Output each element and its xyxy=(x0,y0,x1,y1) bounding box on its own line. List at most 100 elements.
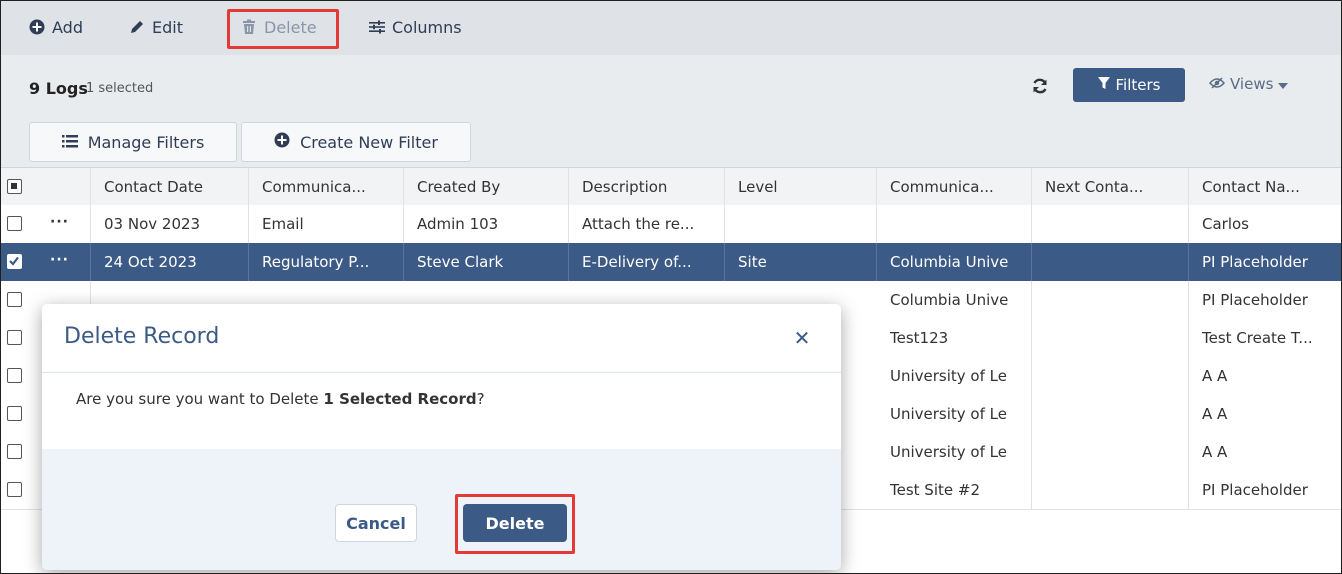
table-cell: 03 Nov 2023 xyxy=(91,205,249,243)
list-icon xyxy=(61,133,78,152)
table-cell xyxy=(1032,243,1189,281)
plus-circle-icon xyxy=(29,19,45,35)
dialog-message: Are you sure you want to Delete 1 Select… xyxy=(76,390,485,408)
select-all-checkbox[interactable] xyxy=(7,179,22,194)
row-checkbox-checked[interactable] xyxy=(7,254,22,269)
toolbar: Add Edit Delete Columns xyxy=(1,1,1341,55)
views-dropdown[interactable]: Views xyxy=(1209,75,1289,93)
delete-highlight-box xyxy=(227,9,339,49)
message-prefix: Are you sure you want to Delete xyxy=(76,390,324,408)
views-label: Views xyxy=(1230,75,1274,93)
edit-button[interactable]: Edit xyxy=(129,11,183,43)
row-select-cell: ··· xyxy=(1,205,91,243)
table-cell: University of Le xyxy=(877,357,1032,395)
column-header[interactable]: Communica... xyxy=(249,168,404,206)
add-button[interactable]: Add xyxy=(29,11,83,43)
table-cell: Site xyxy=(725,243,877,281)
edit-label: Edit xyxy=(152,17,183,37)
table-cell: A A xyxy=(1202,405,1228,423)
table-cell xyxy=(725,205,877,243)
eye-slash-icon xyxy=(1209,75,1225,93)
create-filter-button[interactable]: Create New Filter xyxy=(241,122,471,162)
filters-button[interactable]: Filters xyxy=(1073,68,1185,102)
table-cell: Test Create T... xyxy=(1202,329,1313,347)
columns-label: Columns xyxy=(392,17,462,37)
caret-down-icon xyxy=(1278,75,1289,93)
table-cell xyxy=(1032,281,1189,319)
message-suffix: ? xyxy=(476,390,485,408)
table-cell xyxy=(1032,319,1189,357)
record-count: 9 Logs xyxy=(29,79,88,98)
select-all-cell xyxy=(1,168,91,206)
pencil-icon xyxy=(129,19,145,35)
row-actions-menu[interactable]: ··· xyxy=(50,243,69,277)
app-window: Add Edit Delete Columns 9 Logs 1 selecte… xyxy=(0,0,1342,574)
plus-circle-icon xyxy=(274,132,290,152)
table-cell: PI Placeholder xyxy=(1202,291,1308,309)
table-cell: Regulatory P... xyxy=(249,243,404,281)
cancel-button[interactable]: Cancel xyxy=(335,504,417,542)
row-actions-menu[interactable]: ··· xyxy=(50,205,69,239)
delete-record-dialog: Delete Record ✕ Are you sure you want to… xyxy=(42,304,841,570)
column-header[interactable]: Description xyxy=(569,168,725,206)
row-checkbox[interactable] xyxy=(7,368,22,383)
row-checkbox[interactable] xyxy=(7,444,22,459)
column-header[interactable]: Contact Na... xyxy=(1189,168,1341,206)
table-cell: PI Placeholder xyxy=(1202,253,1308,271)
table-cell: Test123 xyxy=(877,319,1032,357)
row-checkbox[interactable] xyxy=(7,482,22,497)
delete-button-highlight-box xyxy=(455,494,575,554)
table-row[interactable]: ··· 03 Nov 2023 Email Admin 103 Attach t… xyxy=(1,205,1341,244)
table-cell: Email xyxy=(249,205,404,243)
column-header[interactable]: Communica... xyxy=(877,168,1032,206)
table-cell xyxy=(1032,357,1189,395)
message-bold: 1 Selected Record xyxy=(323,390,477,408)
add-label: Add xyxy=(52,17,83,37)
column-header[interactable]: Created By xyxy=(404,168,569,206)
table-cell xyxy=(877,205,1032,243)
table-cell: Columbia Unive xyxy=(877,243,1032,281)
checkmark-icon xyxy=(9,256,19,266)
dialog-title: Delete Record xyxy=(64,324,220,349)
manage-filters-button[interactable]: Manage Filters xyxy=(29,122,237,162)
close-icon[interactable]: ✕ xyxy=(793,328,811,348)
table-cell: PI Placeholder xyxy=(1202,481,1308,499)
columns-button[interactable]: Columns xyxy=(369,11,462,43)
table-cell: Columbia Unive xyxy=(877,281,1032,319)
column-header[interactable]: Contact Date xyxy=(91,168,249,206)
filter-icon xyxy=(1097,76,1110,94)
table-cell xyxy=(1032,395,1189,433)
column-header[interactable]: Next Conta... xyxy=(1032,168,1189,206)
dialog-footer: Cancel Delete xyxy=(42,449,841,570)
row-select-cell: ··· xyxy=(1,243,91,281)
selection-count: 1 selected xyxy=(86,81,154,96)
table-cell: A A xyxy=(1202,443,1228,461)
table-cell: Admin 103 xyxy=(404,205,569,243)
table-header-row: Contact Date Communica... Created By Des… xyxy=(1,167,1341,207)
table-cell: Carlos xyxy=(1202,215,1249,233)
create-filter-label: Create New Filter xyxy=(300,132,438,152)
table-cell: University of Le xyxy=(877,395,1032,433)
table-cell: Attach the re... xyxy=(569,205,725,243)
table-cell: Test Site #2 xyxy=(877,471,1032,509)
table-cell xyxy=(1032,471,1189,509)
row-checkbox[interactable] xyxy=(7,406,22,421)
table-cell: University of Le xyxy=(877,433,1032,471)
column-header[interactable]: Level xyxy=(725,168,877,206)
filters-label: Filters xyxy=(1115,76,1161,94)
table-cell xyxy=(1032,433,1189,471)
row-checkbox[interactable] xyxy=(7,292,22,307)
list-header: 9 Logs 1 selected Filters Views Manage F xyxy=(1,55,1341,167)
row-checkbox[interactable] xyxy=(7,216,22,231)
table-row-selected[interactable]: ··· 24 Oct 2023 Regulatory P... Steve Cl… xyxy=(1,243,1341,282)
refresh-icon[interactable] xyxy=(1031,77,1049,95)
row-checkbox[interactable] xyxy=(7,330,22,345)
manage-filters-label: Manage Filters xyxy=(87,132,205,152)
table-cell: E-Delivery of... xyxy=(569,243,725,281)
table-cell xyxy=(1032,205,1189,243)
table-cell: A A xyxy=(1202,367,1228,385)
table-cell: 24 Oct 2023 xyxy=(91,243,249,281)
table-cell: Steve Clark xyxy=(404,243,569,281)
sliders-icon xyxy=(369,19,385,35)
dialog-divider xyxy=(42,372,841,373)
